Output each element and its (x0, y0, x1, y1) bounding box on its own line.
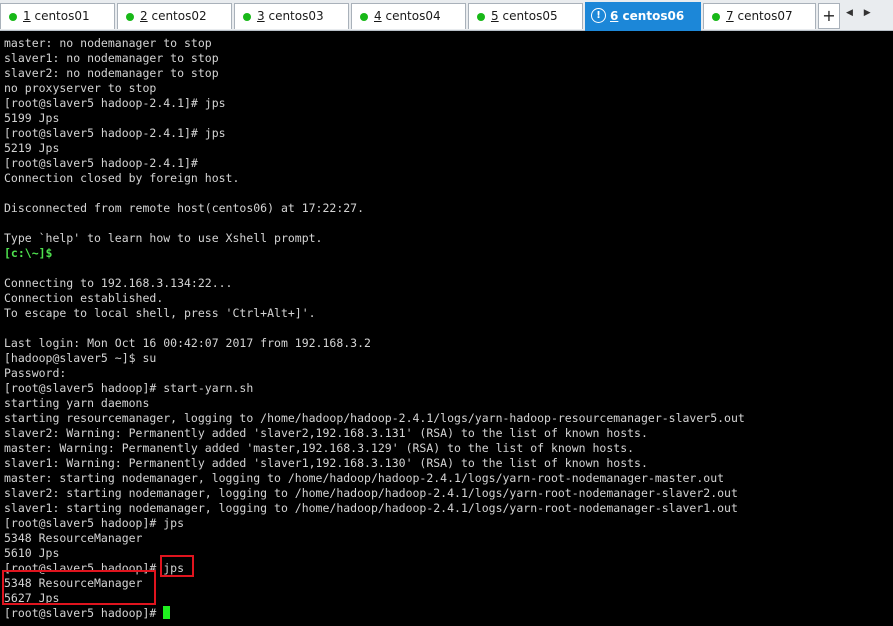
terminal-line: master: starting nodemanager, logging to… (4, 471, 725, 485)
connected-status-icon (477, 13, 485, 21)
terminal-line: Last login: Mon Oct 16 00:42:07 2017 fro… (4, 336, 371, 350)
terminal-line: [root@slaver5 hadoop]# start-yarn.sh (4, 381, 254, 395)
terminal-line: starting resourcemanager, logging to /ho… (4, 411, 745, 425)
new-tab-button[interactable]: + (818, 3, 840, 29)
terminal-line: [root@slaver5 hadoop]# jps (4, 516, 185, 530)
session-tab-bar: 1 centos01 2 centos02 3 centos03 4 cento… (0, 0, 893, 31)
current-prompt-line[interactable]: [root@slaver5 hadoop]# (4, 606, 890, 621)
tab-label: 7 centos07 (726, 9, 793, 23)
jps-output-highlight-box (2, 570, 156, 605)
terminal-line: [root@slaver5 hadoop-2.4.1]# (4, 156, 198, 170)
tab-label: 4 centos04 (374, 9, 441, 23)
tab-centos01[interactable]: 1 centos01 (0, 3, 115, 29)
terminal-output[interactable]: master: no nodemanager to stop slaver1: … (4, 36, 890, 621)
tab-centos02[interactable]: 2 centos02 (117, 3, 232, 29)
tab-label: 2 centos02 (140, 9, 207, 23)
terminal-line: Connecting to 192.168.3.134:22... (4, 276, 233, 290)
tab-centos07[interactable]: 7 centos07 (703, 3, 816, 29)
jps-command-highlight-box (160, 555, 194, 577)
local-shell-prompt: [c:\~]$ (4, 246, 53, 260)
terminal-line: Disconnected from remote host(centos06) … (4, 201, 365, 215)
terminal-line: 5199 Jps (4, 111, 60, 125)
shell-prompt: [root@slaver5 hadoop]# (4, 606, 164, 620)
tab-label: 3 centos03 (257, 9, 324, 23)
tab-centos04[interactable]: 4 centos04 (351, 3, 466, 29)
terminal-line: [root@slaver5 hadoop-2.4.1]# jps (4, 126, 226, 140)
tab-label: 6 centos06 (610, 9, 685, 23)
terminal-line: slaver1: Warning: Permanently added 'sla… (4, 456, 648, 470)
connected-status-icon (712, 13, 720, 21)
terminal-line: 5219 Jps (4, 141, 60, 155)
text-cursor (163, 606, 171, 619)
connected-status-icon (126, 13, 134, 21)
terminal-line: [root@slaver5 hadoop-2.4.1]# jps (4, 96, 226, 110)
terminal-line: To escape to local shell, press 'Ctrl+Al… (4, 306, 316, 320)
connected-status-icon (243, 13, 251, 21)
terminal-line: master: no nodemanager to stop (4, 36, 212, 50)
connected-status-icon (360, 13, 368, 21)
terminal-line: 5610 Jps (4, 546, 60, 560)
tab-label: 5 centos05 (491, 9, 558, 23)
disconnected-warning-icon: ! (591, 8, 606, 23)
tab-centos03[interactable]: 3 centos03 (234, 3, 349, 29)
terminal-line: slaver2: no nodemanager to stop (4, 66, 219, 80)
tab-centos05[interactable]: 5 centos05 (468, 3, 583, 29)
terminal-line: Password: (4, 366, 67, 380)
terminal-line: slaver2: Warning: Permanently added 'sla… (4, 426, 648, 440)
terminal-line: Connection established. (4, 291, 164, 305)
terminal-line: slaver2: starting nodemanager, logging t… (4, 486, 738, 500)
terminal-line: slaver1: no nodemanager to stop (4, 51, 219, 65)
terminal-line: slaver1: starting nodemanager, logging t… (4, 501, 738, 515)
connected-status-icon (9, 13, 17, 21)
terminal-line: 5348 ResourceManager (4, 531, 143, 545)
tab-label: 1 centos01 (23, 9, 90, 23)
terminal-line: starting yarn daemons (4, 396, 150, 410)
tab-centos06[interactable]: ! 6 centos06 (585, 2, 701, 31)
terminal-line: Type `help' to learn how to use Xshell p… (4, 231, 323, 245)
terminal-line: master: Warning: Permanently added 'mast… (4, 441, 635, 455)
terminal-line: no proxyserver to stop (4, 81, 157, 95)
terminal-line: Connection closed by foreign host. (4, 171, 240, 185)
terminal-line: [hadoop@slaver5 ~]$ su (4, 351, 157, 365)
tab-scroll-arrows-icon[interactable]: ◀ ▶ (846, 8, 875, 18)
